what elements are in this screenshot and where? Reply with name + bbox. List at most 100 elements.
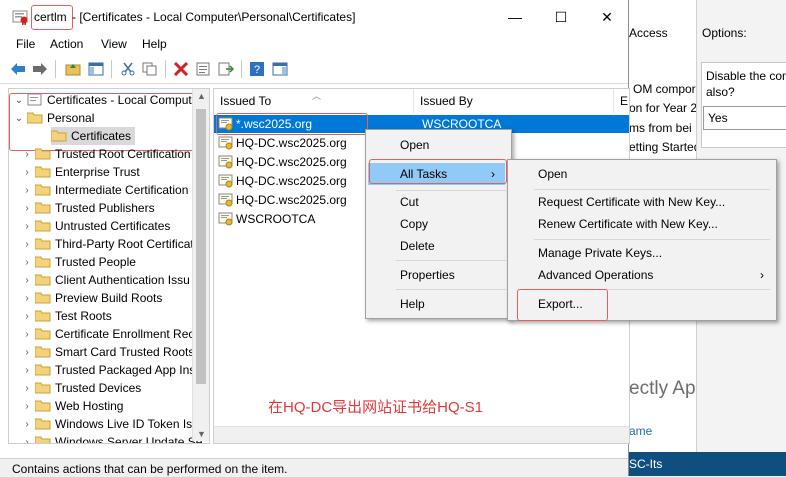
tree-item-store[interactable]: › Trusted People	[21, 253, 136, 271]
submenu-item-open[interactable]: Open	[510, 163, 774, 185]
context-menu: Open All Tasks › Cut Copy Delete Propert…	[365, 129, 512, 319]
show-action-pane-icon[interactable]	[270, 59, 290, 79]
expand-icon[interactable]: ›	[21, 383, 33, 394]
menu-item-copy[interactable]: Copy	[368, 213, 509, 235]
tree-item-store[interactable]: › Third-Party Root Certificat	[21, 235, 194, 253]
folder-icon	[35, 400, 51, 412]
tree-item-label: Windows Live ID Token Iss	[55, 417, 199, 431]
submenu-item-renew-new-key[interactable]: Renew Certificate with New Key...	[510, 213, 774, 235]
scroll-up-icon[interactable]: ▲	[197, 91, 206, 101]
column-header-issued-by[interactable]: Issued By	[414, 89, 614, 113]
expand-icon[interactable]: ›	[21, 149, 33, 160]
cut-icon[interactable]	[118, 59, 138, 79]
tree-item-store[interactable]: › Trusted Root Certification	[21, 145, 190, 163]
menu-item-properties[interactable]: Properties	[368, 264, 509, 286]
expand-icon[interactable]: ›	[21, 257, 33, 268]
tree-item-store[interactable]: › Test Roots	[21, 307, 112, 325]
menu-separator	[396, 260, 506, 261]
tree-item-store[interactable]: › Trusted Devices	[21, 379, 141, 397]
show-hide-console-tree-icon[interactable]	[86, 59, 106, 79]
menu-item-open[interactable]: Open	[368, 134, 509, 156]
expand-icon[interactable]: ›	[21, 311, 33, 322]
tree-item-label: Untrusted Certificates	[55, 219, 171, 233]
expand-icon[interactable]: ›	[21, 401, 33, 412]
tree-item-store[interactable]: › Smart Card Trusted Roots	[21, 343, 194, 361]
bg-big-text: ectly App	[629, 378, 707, 399]
tree-item-label: Third-Party Root Certificat	[55, 237, 194, 251]
properties-icon[interactable]	[193, 59, 213, 79]
folder-icon	[35, 166, 51, 178]
bg-footer-bar: SC-Its	[625, 452, 786, 476]
folder-icon	[35, 238, 51, 250]
tree-item-store[interactable]: › Intermediate Certification	[21, 181, 188, 199]
up-folder-icon[interactable]	[63, 59, 83, 79]
menu-file[interactable]: File	[16, 37, 35, 51]
tree-item-store[interactable]: › Untrusted Certificates	[21, 217, 170, 235]
tree-item-label: Test Roots	[55, 309, 112, 323]
footer-text: SC-Its	[629, 457, 663, 471]
expand-icon[interactable]: ›	[21, 221, 33, 232]
menu-item-cut[interactable]: Cut	[368, 191, 509, 213]
scroll-down-icon[interactable]: ▼	[197, 429, 206, 439]
expand-icon[interactable]: ›	[21, 203, 33, 214]
expand-icon[interactable]: ›	[21, 185, 33, 196]
bg-text-line: ms from bei	[629, 121, 692, 135]
copy-icon[interactable]	[140, 59, 160, 79]
tree-item-store[interactable]: › Windows Server Update Se	[21, 433, 202, 444]
delete-icon[interactable]	[171, 59, 191, 79]
column-header-expiration[interactable]: E	[614, 89, 629, 113]
back-icon[interactable]	[8, 59, 28, 79]
tree-item-store[interactable]: › Certificate Enrollment Rec	[21, 325, 194, 343]
menu-item-help[interactable]: Help	[368, 293, 509, 315]
tree-item-store[interactable]: › Windows Live ID Token Iss	[21, 415, 198, 433]
tree-item-store[interactable]: › Preview Build Roots	[21, 289, 162, 307]
expand-icon[interactable]: ›	[21, 167, 33, 178]
list-hscrollbar[interactable]	[214, 426, 629, 443]
expand-icon[interactable]: ›	[21, 365, 33, 376]
close-button[interactable]: ✕	[584, 0, 630, 34]
tree-item-store[interactable]: › Web Hosting	[21, 397, 123, 415]
tree-item-store[interactable]: › Enterprise Trust	[21, 163, 139, 181]
menu-item-label: Advanced Operations	[538, 268, 654, 282]
disable-text: Disable the com	[706, 69, 786, 83]
disable-select[interactable]: Yes	[703, 106, 786, 130]
tree-scrollbar[interactable]: ▲ ▼	[192, 89, 209, 441]
expand-icon[interactable]: ›	[21, 347, 33, 358]
toolbar: ?	[0, 55, 628, 84]
column-label: Issued By	[420, 94, 473, 108]
status-bar: Contains actions that can be performed o…	[0, 458, 628, 477]
menu-view[interactable]: View	[101, 37, 127, 51]
folder-icon	[35, 148, 51, 160]
maximize-button[interactable]: ☐	[538, 0, 584, 34]
expand-icon[interactable]: ›	[21, 275, 33, 286]
submenu-item-manage-private-keys[interactable]: Manage Private Keys...	[510, 242, 774, 264]
tree-item-store[interactable]: › Trusted Publishers	[21, 199, 154, 217]
minimize-button[interactable]: —	[492, 0, 538, 34]
tree-scroll-thumb[interactable]	[196, 109, 206, 384]
menu-item-delete[interactable]: Delete	[368, 235, 509, 257]
menu-action[interactable]: Action	[50, 37, 83, 51]
expand-icon[interactable]: ›	[21, 437, 33, 444]
bg-name-label: ame	[629, 424, 653, 438]
export-list-icon[interactable]	[216, 59, 236, 79]
menu-help[interactable]: Help	[142, 37, 167, 51]
folder-icon	[35, 364, 51, 376]
expand-icon[interactable]: ›	[21, 239, 33, 250]
tree-item-label: Trusted Devices	[55, 381, 142, 395]
expand-icon[interactable]: ›	[21, 293, 33, 304]
expand-icon[interactable]: ›	[21, 329, 33, 340]
help-icon[interactable]: ?	[247, 59, 267, 79]
expand-icon[interactable]: ›	[21, 419, 33, 430]
tree-item-store[interactable]: › Trusted Packaged App Ins	[21, 361, 195, 379]
toolbar-separator	[55, 60, 56, 78]
certificate-icon	[218, 192, 234, 208]
tree-item-label: Intermediate Certification	[55, 183, 189, 197]
submenu-item-request-new-key[interactable]: Request Certificate with New Key...	[510, 191, 774, 213]
menu-separator	[534, 189, 770, 190]
submenu-item-advanced-operations[interactable]: Advanced Operations ›	[510, 264, 774, 286]
title-bar[interactable]: certlm - [Certificates - Local Computer\…	[0, 0, 628, 34]
forward-icon[interactable]	[30, 59, 50, 79]
tree-item-label: Certificate Enrollment Rec	[55, 327, 195, 341]
options-label: Options:	[702, 26, 747, 40]
tree-item-store[interactable]: › Client Authentication Issu	[21, 271, 189, 289]
